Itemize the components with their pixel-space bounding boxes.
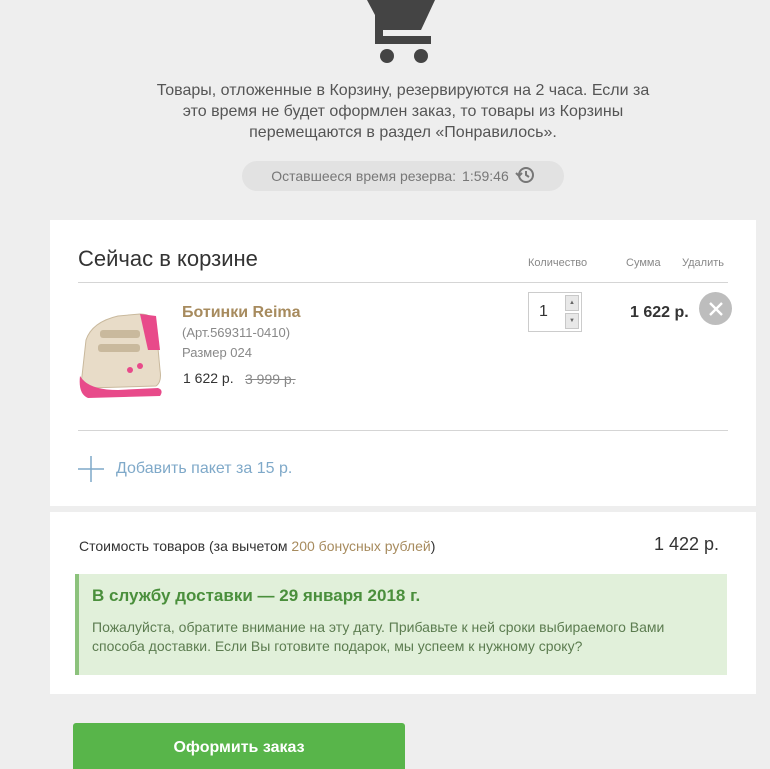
bonus-amount: 200 бонусных рублей [291,538,431,554]
cart-card: Сейчас в корзине Количество Сумма Удалит… [50,220,756,506]
summary-label-prefix: Стоимость товаров (за вычетом [79,538,292,554]
timer-label: Оставшееся время резерва: [271,168,457,184]
summary-label-suffix: ) [430,538,436,554]
reserve-notice: Товары, отложенные в Корзину, резервирую… [120,80,686,143]
quantity-input[interactable]: 1 [529,293,567,331]
notice-line-2: это время не будет оформлен заказ, то то… [182,103,624,120]
history-clock-icon [515,165,535,188]
product-name-link[interactable]: Ботинки Reima [182,304,301,322]
delete-item-button[interactable] [699,292,732,325]
product-size: Размер 024 [182,345,252,360]
product-image[interactable] [78,310,166,404]
add-bag-button[interactable]: Добавить пакет за 15 р. [78,456,292,482]
notice-line-1: Товары, отложенные в Корзину, резервирую… [156,82,650,99]
cart-icon [365,0,441,66]
col-delete-header: Удалить [682,257,724,269]
close-icon [708,301,723,316]
delivery-info: В службу доставки — 29 января 2018 г. По… [75,574,727,675]
notice-line-3: перемещаются в раздел «Понравилось». [249,124,557,141]
item-sum: 1 622 р. [630,304,689,321]
product-price: 1 622 р. [183,370,234,386]
product-old-price: 3 999 р. [245,371,296,387]
quantity-increase-button[interactable]: ▲ [565,295,579,311]
checkout-button[interactable]: Оформить заказ [73,723,405,769]
divider [78,282,728,283]
cart-title: Сейчас в корзине [78,246,258,271]
quantity-decrease-button[interactable]: ▼ [565,313,579,329]
col-qty-header: Количество [528,257,588,269]
plus-icon [78,456,104,482]
summary-total: 1 422 р. [654,534,720,554]
add-bag-label: Добавить пакет за 15 р. [116,460,293,477]
timer-value: 1:59:46 [462,168,509,184]
divider [78,430,728,431]
order-summary: Стоимость товаров (за вычетом 200 бонусн… [50,512,756,694]
product-article: (Арт.569311-0410) [182,325,291,340]
delivery-text: Пожалуйста, обратите внимание на эту дат… [92,619,665,654]
delivery-title: В службу доставки — 29 января 2018 г. [92,586,421,605]
reserve-timer: Оставшееся время резерва: 1:59:46 [242,161,564,191]
quantity-stepper: 1 ▲ ▼ [528,292,582,332]
summary-label: Стоимость товаров (за вычетом 200 бонусн… [79,538,435,554]
col-sum-header: Сумма [626,257,661,269]
